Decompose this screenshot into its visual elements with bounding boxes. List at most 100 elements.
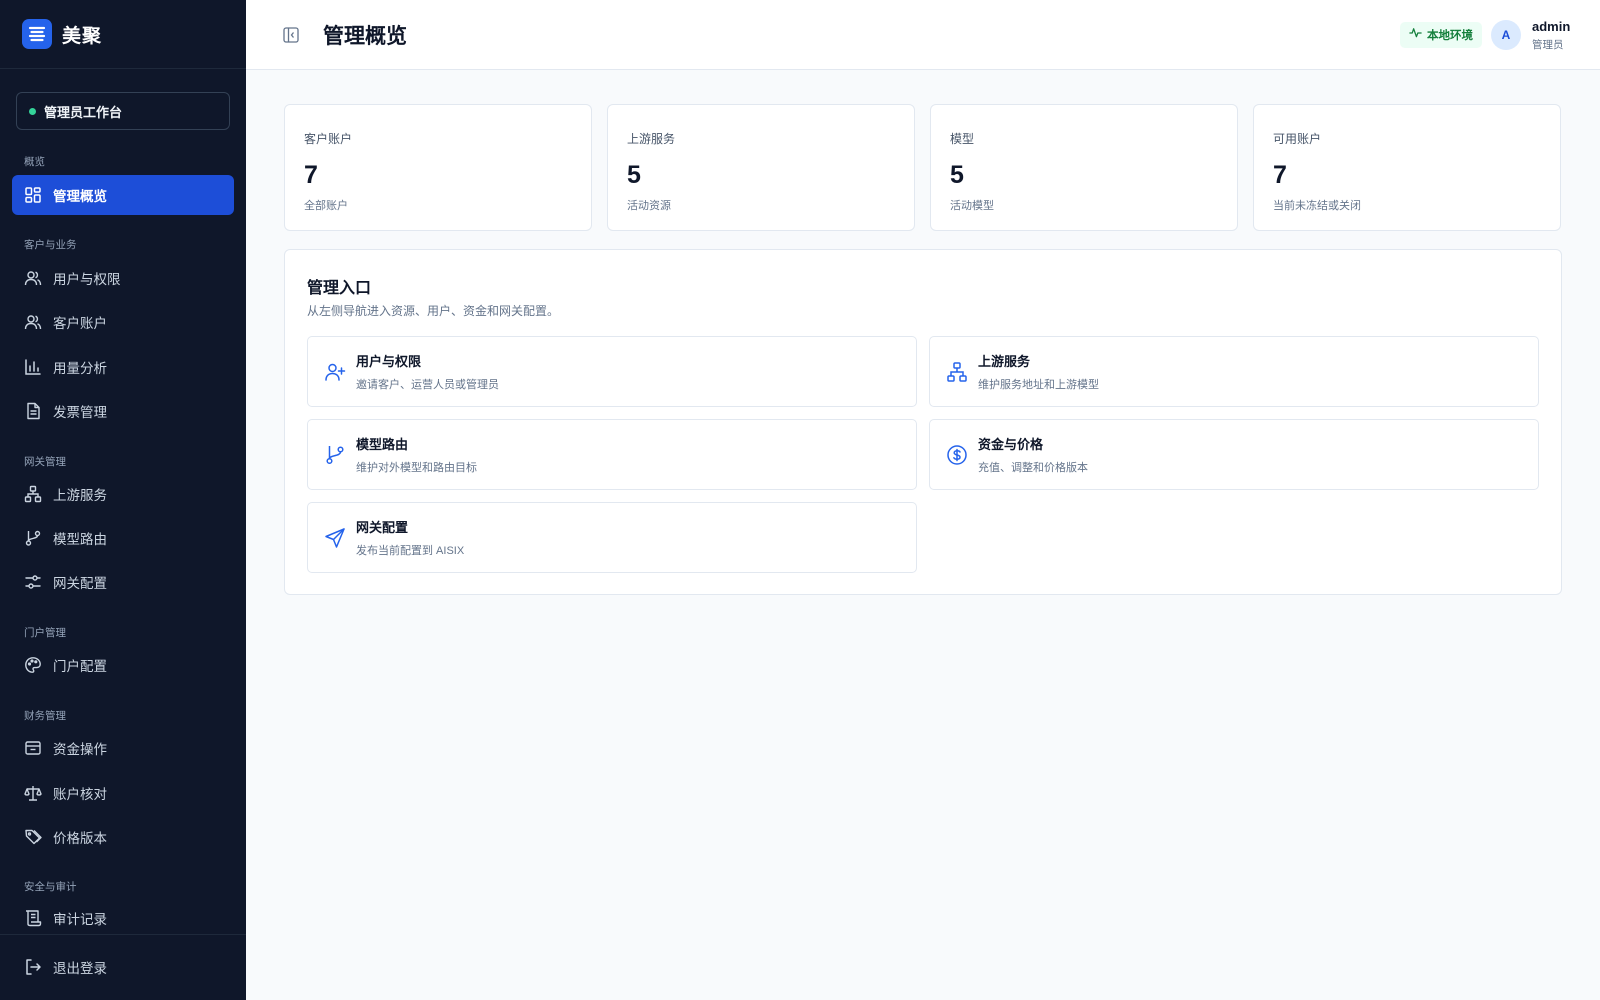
entry-title: 网关配置	[356, 520, 409, 535]
stat-label: 可用账户	[1273, 132, 1322, 146]
sidebar-item-account-reconcile[interactable]: 账户核对	[12, 773, 234, 813]
nav-section-gateway: 网关管理	[24, 456, 66, 468]
sidebar-item-audit-log[interactable]: 审计记录	[12, 898, 234, 938]
dollar-circle-icon	[946, 444, 968, 466]
sidebar-item-label: 账户核对	[53, 787, 107, 802]
git-branch-icon	[324, 444, 346, 466]
sidebar-item-overview[interactable]: 管理概览	[12, 175, 234, 215]
brand: 美聚	[0, 0, 246, 69]
sidebar-item-portal-config[interactable]: 门户配置	[12, 645, 234, 685]
page-title: 管理概览	[323, 25, 407, 48]
stat-value: 7	[1273, 161, 1287, 189]
workspace-label: 管理员工作台	[44, 104, 123, 120]
entry-card-upstream-services[interactable]: 上游服务 维护服务地址和上游模型	[929, 336, 1539, 407]
stat-label: 客户账户	[304, 132, 353, 146]
sidebar-item-fund-operations[interactable]: 资金操作	[12, 728, 234, 768]
sidebar-item-label: 管理概览	[53, 189, 107, 204]
sidebar-item-label: 资金操作	[53, 742, 107, 757]
environment-label: 本地环境	[1427, 30, 1473, 42]
user-name: admin	[1532, 19, 1571, 34]
entry-description: 维护对外模型和路由目标	[356, 462, 477, 474]
users-icon	[24, 313, 42, 331]
send-icon	[324, 527, 346, 549]
entry-title: 模型路由	[356, 437, 409, 452]
status-dot-icon	[29, 107, 36, 115]
entry-description: 邀请客户、运营人员或管理员	[356, 379, 499, 391]
panel-left-icon	[283, 27, 299, 43]
workspace-switcher[interactable]: 管理员工作台	[16, 92, 230, 130]
sidebar-item-customer-accounts[interactable]: 客户账户	[12, 302, 234, 342]
nav-section-overview: 概览	[24, 156, 45, 168]
stat-label: 模型	[950, 132, 975, 146]
stat-card-customer-accounts: 客户账户 7 全部账户	[284, 104, 592, 231]
stat-card-models: 模型 5 活动模型	[930, 104, 1238, 231]
users-icon	[24, 269, 42, 287]
logout-icon	[24, 958, 42, 976]
entry-card-model-routing[interactable]: 模型路由 维护对外模型和路由目标	[307, 419, 917, 490]
entry-card-funds-pricing[interactable]: 资金与价格 充值、调整和价格版本	[929, 419, 1539, 490]
logout-button[interactable]: 退出登录	[12, 947, 234, 987]
activity-icon	[1409, 26, 1422, 44]
stat-card-upstream-services: 上游服务 5 活动资源	[607, 104, 915, 231]
stat-sub: 全部账户	[304, 200, 348, 212]
stat-value: 5	[627, 161, 641, 189]
entry-card-users[interactable]: 用户与权限 邀请客户、运营人员或管理员	[307, 336, 917, 407]
scale-icon	[24, 784, 42, 802]
environment-badge: 本地环境	[1400, 22, 1482, 48]
user-role: 管理员	[1532, 39, 1564, 51]
scroll-icon	[24, 909, 42, 927]
sidebar-item-label: 模型路由	[53, 532, 107, 547]
sidebar-item-users[interactable]: 用户与权限	[12, 258, 234, 298]
entry-description: 维护服务地址和上游模型	[978, 379, 1099, 391]
stat-sub: 活动模型	[950, 200, 994, 212]
entry-title: 用户与权限	[356, 354, 422, 369]
panel-description: 从左侧导航进入资源、用户、资金和网关配置。	[307, 304, 560, 318]
sidebar-footer: 退出登录	[0, 934, 246, 976]
stat-sub: 活动资源	[627, 200, 671, 212]
entry-description: 充值、调整和价格版本	[978, 462, 1088, 474]
nav-section-finance: 财务管理	[24, 710, 66, 722]
sidebar-item-usage-analytics[interactable]: 用量分析	[12, 347, 234, 387]
git-branch-icon	[24, 529, 42, 547]
sidebar-toggle-button[interactable]	[282, 26, 300, 44]
network-icon	[946, 361, 968, 383]
stat-card-available-accounts: 可用账户 7 当前未冻结或关闭	[1253, 104, 1561, 231]
tags-icon	[24, 828, 42, 846]
nav-section-business: 客户与业务	[24, 239, 77, 251]
sidebar-item-label: 审计记录	[53, 912, 107, 927]
sidebar-item-label: 客户账户	[53, 316, 107, 331]
stat-value: 7	[304, 161, 318, 189]
entry-description: 发布当前配置到 AISIX	[356, 545, 465, 557]
stat-value: 5	[950, 161, 964, 189]
nav-section-security: 安全与审计	[24, 881, 77, 893]
brand-name: 美聚	[62, 25, 103, 47]
wallet-icon	[24, 739, 42, 757]
sidebar: 美聚 管理员工作台 概览 管理概览 客户与业务 用户与权限 客户账户 用量分析 …	[0, 0, 246, 1000]
sidebar-item-gateway-config[interactable]: 网关配置	[12, 562, 234, 602]
dashboard-icon	[24, 186, 42, 204]
nav-section-portal: 门户管理	[24, 627, 66, 639]
sidebar-item-label: 用户与权限	[53, 272, 121, 287]
sidebar-item-label: 发票管理	[53, 405, 107, 420]
top-header: 管理概览 本地环境 A admin 管理员	[246, 0, 1600, 70]
stat-label: 上游服务	[627, 132, 676, 146]
sidebar-item-label: 价格版本	[53, 831, 107, 846]
panel-title: 管理入口	[307, 280, 372, 297]
document-icon	[24, 402, 42, 420]
sidebar-item-model-routing[interactable]: 模型路由	[12, 518, 234, 558]
user-plus-icon	[324, 361, 346, 383]
avatar[interactable]: A	[1491, 20, 1521, 50]
sidebar-item-invoices[interactable]: 发票管理	[12, 391, 234, 431]
brand-logo-icon	[22, 19, 52, 49]
stat-sub: 当前未冻结或关闭	[1273, 200, 1361, 212]
network-icon	[24, 485, 42, 503]
management-entry-panel: 管理入口 从左侧导航进入资源、用户、资金和网关配置。 用户与权限 邀请客户、运营…	[284, 249, 1562, 595]
entry-title: 资金与价格	[978, 437, 1044, 452]
sidebar-item-label: 用量分析	[53, 361, 107, 376]
entry-card-gateway-config[interactable]: 网关配置 发布当前配置到 AISIX	[307, 502, 917, 573]
sidebar-item-label: 上游服务	[53, 488, 107, 503]
sliders-icon	[24, 573, 42, 591]
sidebar-item-price-versions[interactable]: 价格版本	[12, 817, 234, 857]
sidebar-item-upstream-services[interactable]: 上游服务	[12, 474, 234, 514]
palette-icon	[24, 656, 42, 674]
